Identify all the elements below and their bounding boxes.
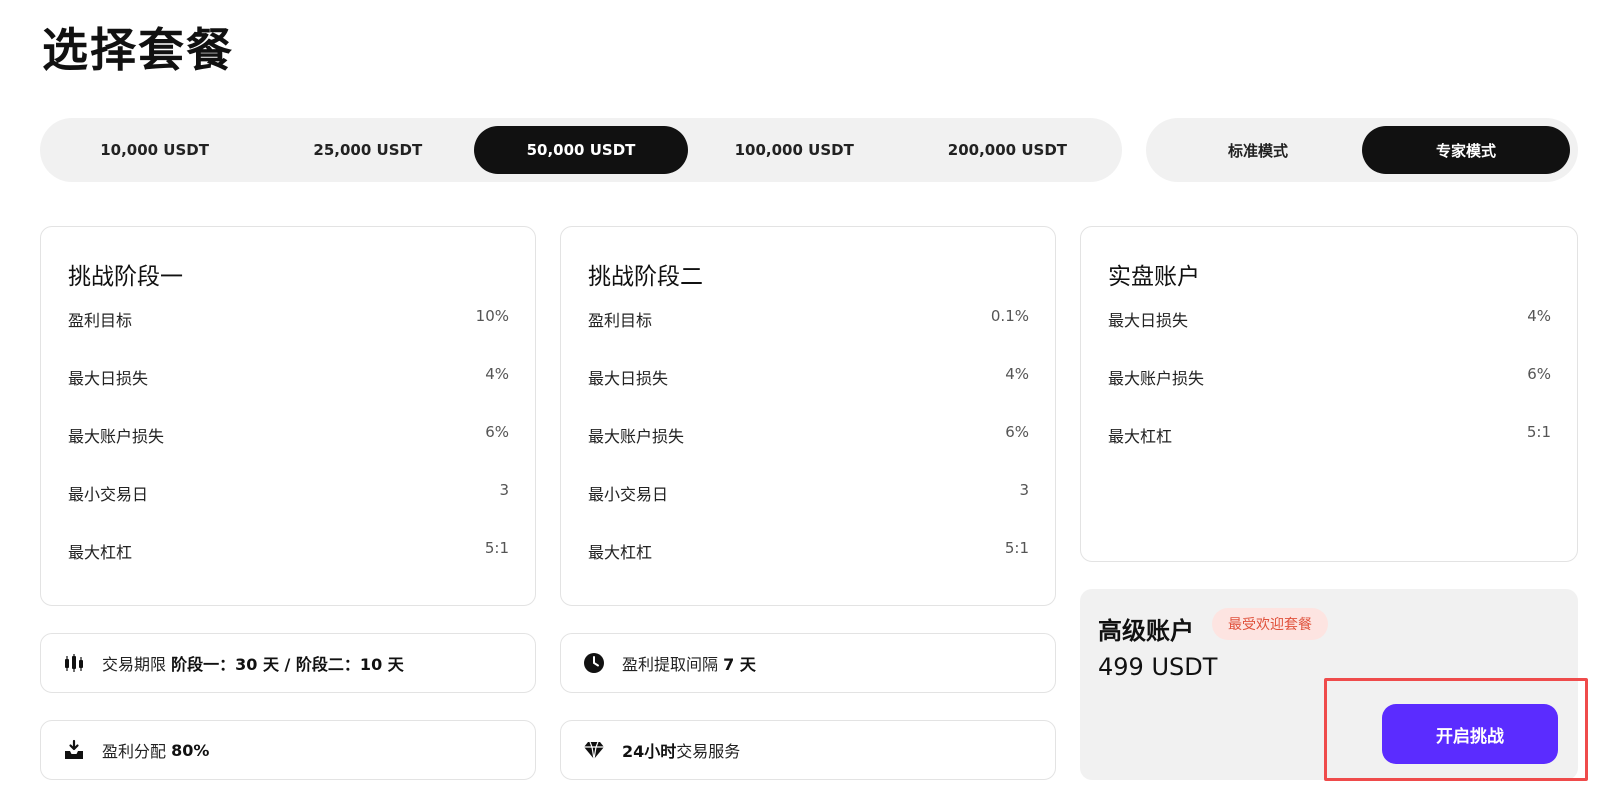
phase-two-row: 最大杠杠 5:1 [588,539,1029,563]
live-account-card: 实盘账户 最大日损失 4% 最大账户损失 6% 最大杠杠 5:1 [1080,226,1578,562]
row-value: 0.1% [990,307,1029,325]
support-service-label: 交易服务 [676,742,741,761]
row-value: 6% [485,423,509,441]
support-service-feature: 24小时 交易服务 [560,720,1056,780]
row-value: 10% [475,307,509,325]
row-value: 3 [1019,481,1029,499]
withdraw-interval-value: 7 天 [723,655,756,674]
profit-split-feature: 盈利分配 80% [40,720,536,780]
download-tray-icon [63,739,85,761]
mode-option-expert[interactable]: 专家模式 [1362,126,1570,174]
page-title: 选择套餐 [42,23,234,77]
live-account-row: 最大日损失 4% [1108,307,1551,331]
withdraw-interval-feature: 盈利提取间隔 7 天 [560,633,1056,693]
row-value: 4% [1005,365,1029,383]
profit-split-value: 80% [171,740,210,760]
phase-one-card: 挑战阶段一 盈利目标 10% 最大日损失 4% 最大账户损失 6% 最小交易日 3 最大… [40,226,536,606]
phase-one-row: 盈利目标 10% [68,307,509,331]
row-label: 最大账户损失 [588,427,685,446]
row-label: 最大日损失 [68,369,149,388]
live-account-title: 实盘账户 [1108,264,1200,290]
premium-account-name: 高级账户 [1098,617,1194,645]
phase-two-title: 挑战阶段二 [588,264,703,290]
row-label: 盈利目标 [588,311,653,330]
phase-two-row: 最大账户损失 6% [588,423,1029,447]
row-label: 最大账户损失 [68,427,165,446]
row-label: 最大账户损失 [1108,369,1205,388]
start-challenge-button[interactable]: 开启挑战 [1382,704,1558,764]
row-value: 5:1 [1526,423,1551,441]
row-value: 4% [485,365,509,383]
row-label: 最大日损失 [1108,311,1189,330]
live-account-row: 最大杠杠 5:1 [1108,423,1551,447]
plan-option-100000[interactable]: 100,000 USDT [688,126,901,174]
live-account-row: 最大账户损失 6% [1108,365,1551,389]
plan-option-50000[interactable]: 50,000 USDT [474,126,688,174]
row-label: 最大杠杠 [1108,427,1173,446]
phase-one-row: 最大日损失 4% [68,365,509,389]
row-value: 6% [1005,423,1029,441]
premium-price: 499 USDT [1098,653,1218,681]
phase-two-card: 挑战阶段二 盈利目标 0.1% 最大日损失 4% 最大账户损失 6% 最小交易日 3 最… [560,226,1056,606]
withdraw-interval-label: 盈利提取间隔 [622,655,719,674]
clock-icon [583,652,605,674]
premium-account-card: 高级账户 最受欢迎套餐 499 USDT 开启挑战 [1080,589,1578,780]
phase-one-row: 最小交易日 3 [68,481,509,505]
phase-two-row: 最大日损失 4% [588,365,1029,389]
row-label: 最小交易日 [588,485,669,504]
phase-two-row: 盈利目标 0.1% [588,307,1029,331]
row-label: 最大日损失 [588,369,669,388]
plan-option-200000[interactable]: 200,000 USDT [901,126,1114,174]
row-label: 最大杠杠 [68,543,133,562]
mode-option-standard[interactable]: 标准模式 [1154,126,1362,174]
profit-split-label: 盈利分配 [102,742,167,761]
plan-option-10000[interactable]: 10,000 USDT [48,126,261,174]
row-value: 3 [499,481,509,499]
phase-one-row: 最大账户损失 6% [68,423,509,447]
phase-one-title: 挑战阶段一 [68,264,183,290]
popular-badge: 最受欢迎套餐 [1212,608,1328,640]
plan-option-25000[interactable]: 25,000 USDT [261,126,474,174]
mode-selector: 标准模式 专家模式 [1146,118,1578,182]
row-value: 5:1 [1004,539,1029,557]
candlestick-icon [63,652,85,674]
trading-period-label: 交易期限 [102,655,167,674]
phase-two-row: 最小交易日 3 [588,481,1029,505]
diamond-icon [583,739,605,761]
trading-period-feature: 交易期限 阶段一：30 天 / 阶段二：10 天 [40,633,536,693]
row-value: 4% [1527,307,1551,325]
row-label: 盈利目标 [68,311,133,330]
support-service-strong: 24小时 [622,742,677,761]
row-value: 5:1 [484,539,509,557]
row-label: 最大杠杠 [588,543,653,562]
trading-period-value: 阶段一：30 天 / 阶段二：10 天 [171,655,404,674]
phase-one-row: 最大杠杠 5:1 [68,539,509,563]
plan-size-selector: 10,000 USDT 25,000 USDT 50,000 USDT 100,… [40,118,1122,182]
row-label: 最小交易日 [68,485,149,504]
row-value: 6% [1527,365,1551,383]
